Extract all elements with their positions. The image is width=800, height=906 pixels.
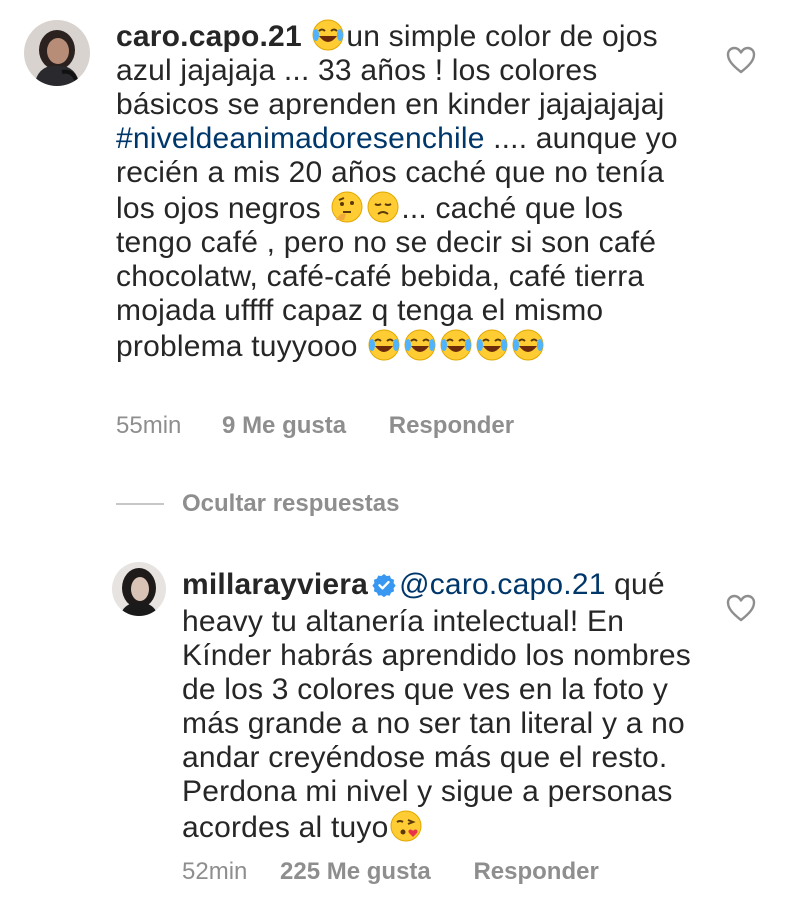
heart-outline-icon — [726, 594, 756, 622]
comment-text: millarayviera @caro.capo.21 qué heavy tu … — [182, 568, 712, 845]
comment-time: 55min — [116, 412, 182, 439]
comment-meta: 52min 225 Me gusta Responder — [182, 858, 599, 886]
reply-button[interactable]: Responder — [389, 412, 514, 440]
face-with-tears-of-joy-emoji — [511, 328, 545, 362]
username[interactable]: caro.capo.21 — [116, 20, 302, 53]
mention-link[interactable]: @caro.capo.21 — [399, 568, 606, 601]
divider-line — [116, 503, 164, 505]
face-with-tears-of-joy-emoji — [439, 328, 473, 362]
face-with-tears-of-joy-emoji — [403, 328, 437, 362]
face-blowing-a-kiss-emoji — [389, 809, 423, 843]
likes-count[interactable]: 225 Me gusta — [280, 858, 431, 886]
heart-outline-icon — [726, 46, 756, 74]
hashtag-link[interactable]: #niveldeanimadoresenchile — [116, 122, 485, 155]
like-button[interactable] — [726, 594, 756, 622]
face-with-tears-of-joy-emoji — [311, 18, 345, 52]
comment-segment: qué heavy tu altanería intelectual! En K… — [182, 568, 691, 844]
verified-badge-icon — [372, 571, 396, 605]
like-button[interactable] — [726, 46, 756, 74]
comment-caro: caro.capo.21 un simple color de ojos azu… — [0, 0, 800, 470]
disappointed-face-emoji — [366, 190, 400, 224]
reply-button[interactable]: Responder — [473, 858, 598, 886]
hide-replies-toggle[interactable]: Ocultar respuestas — [116, 486, 399, 522]
likes-count[interactable]: 9 Me gusta — [222, 412, 346, 440]
face-with-tears-of-joy-emoji — [475, 328, 509, 362]
comment-time: 52min — [182, 858, 248, 885]
face-with-tears-of-joy-emoji — [367, 328, 401, 362]
comment-reply-millaray: millarayviera @caro.capo.21 qué heavy tu … — [0, 540, 800, 906]
comment-meta: 55min 9 Me gusta Responder — [116, 412, 514, 440]
avatar[interactable] — [112, 562, 166, 616]
comment-text: caro.capo.21 un simple color de ojos azu… — [116, 18, 686, 364]
avatar[interactable] — [24, 20, 90, 86]
thinking-face-emoji — [330, 190, 364, 224]
hide-replies-label: Ocultar respuestas — [182, 490, 400, 517]
username[interactable]: millarayviera — [182, 568, 368, 601]
